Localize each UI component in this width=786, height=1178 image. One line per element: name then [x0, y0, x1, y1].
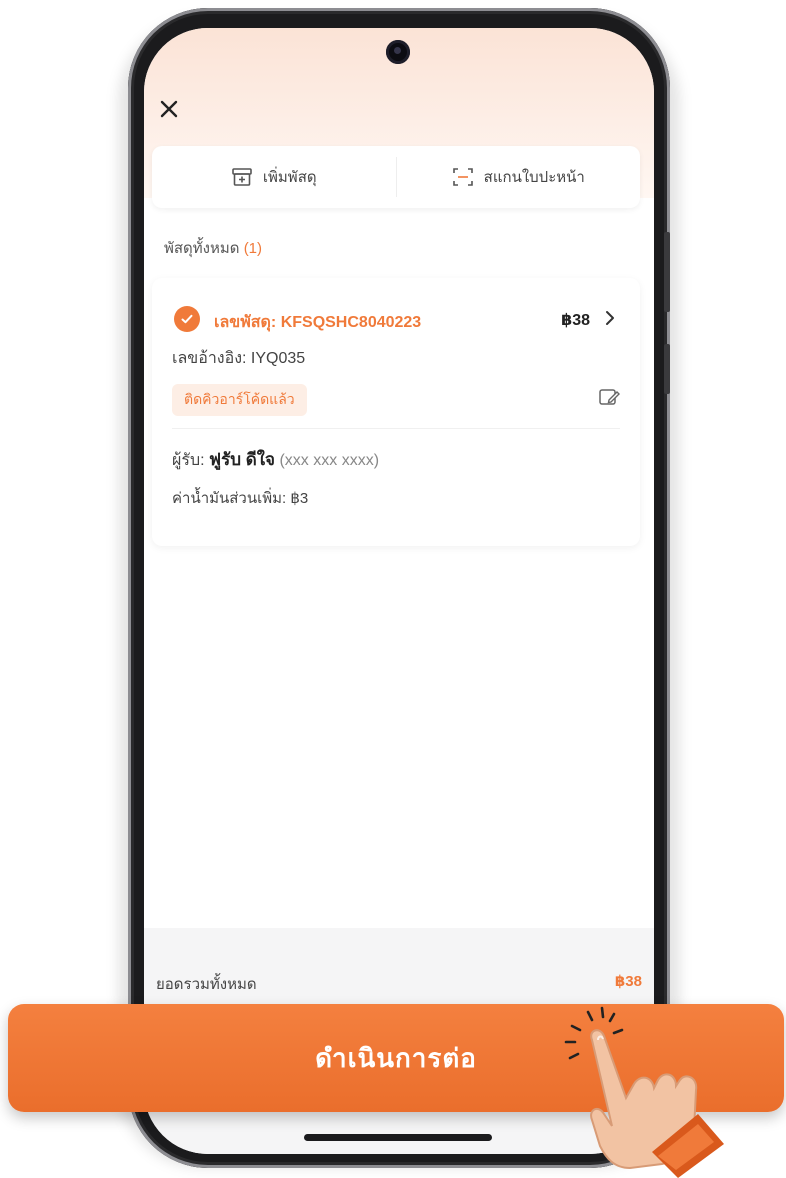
- section-title: พัสดุทั้งหมด (1): [164, 236, 262, 260]
- add-parcel-button[interactable]: เพิ่มพัสดุ: [152, 165, 396, 189]
- phone-side-button: [664, 344, 670, 394]
- total-label: ยอดรวมทั้งหมด: [156, 976, 257, 993]
- recipient-prefix: ผู้รับ:: [172, 452, 205, 469]
- section-title-text: พัสดุทั้งหมด: [164, 240, 240, 257]
- total-value: ฿38: [614, 973, 642, 990]
- close-icon: [160, 100, 178, 118]
- scan-icon: [452, 166, 474, 188]
- status-badge: ติดคิวอาร์โค้ดแล้ว: [172, 384, 307, 416]
- parcel-number: เลขพัสดุ: KFSQSHC8040223: [214, 314, 422, 331]
- close-button[interactable]: [154, 94, 184, 124]
- parcel-card[interactable]: เลขพัสดุ: KFSQSHC8040223 ฿38 เลขอ้างอิง:…: [152, 278, 640, 546]
- check-icon: [174, 306, 200, 332]
- phone-side-button: [664, 232, 670, 312]
- add-parcel-label: เพิ่มพัสดุ: [262, 169, 317, 186]
- front-camera: [386, 40, 410, 64]
- recipient-name: ฟูรับ ดีใจ: [209, 450, 276, 469]
- scan-label: สแกนใบปะหน้า: [483, 169, 585, 186]
- recipient-phone: (xxx xxx xxxx): [279, 452, 380, 469]
- scan-label-button[interactable]: สแกนใบปะหน้า: [397, 165, 641, 189]
- add-parcel-icon: [231, 166, 253, 188]
- card-divider: [172, 428, 620, 429]
- parcel-price: ฿38: [561, 312, 590, 329]
- action-bar: เพิ่มพัสดุ สแกนใบปะหน้า: [152, 146, 640, 208]
- chevron-right-icon[interactable]: [600, 308, 620, 328]
- tap-hand-icon: [564, 1006, 724, 1178]
- edit-icon[interactable]: [598, 386, 620, 408]
- total-row: ยอดรวมทั้งหมด ฿38: [156, 972, 642, 996]
- recipient-info: ผู้รับ: ฟูรับ ดีใจ (xxx xxx xxxx): [172, 446, 379, 473]
- reference-number: เลขอ้างอิง: IYQ035: [172, 350, 306, 367]
- fuel-surcharge: ค่าน้ำมันส่วนเพิ่ม: ฿3: [172, 490, 309, 507]
- parcel-count: (1): [243, 240, 263, 257]
- app-screen: เพิ่มพัสดุ สแกนใบปะหน้า พัสดุทั้งหมด (1)…: [144, 28, 654, 1154]
- proceed-label: ดำเนินการต่อ: [315, 1042, 477, 1073]
- home-indicator: [304, 1134, 492, 1141]
